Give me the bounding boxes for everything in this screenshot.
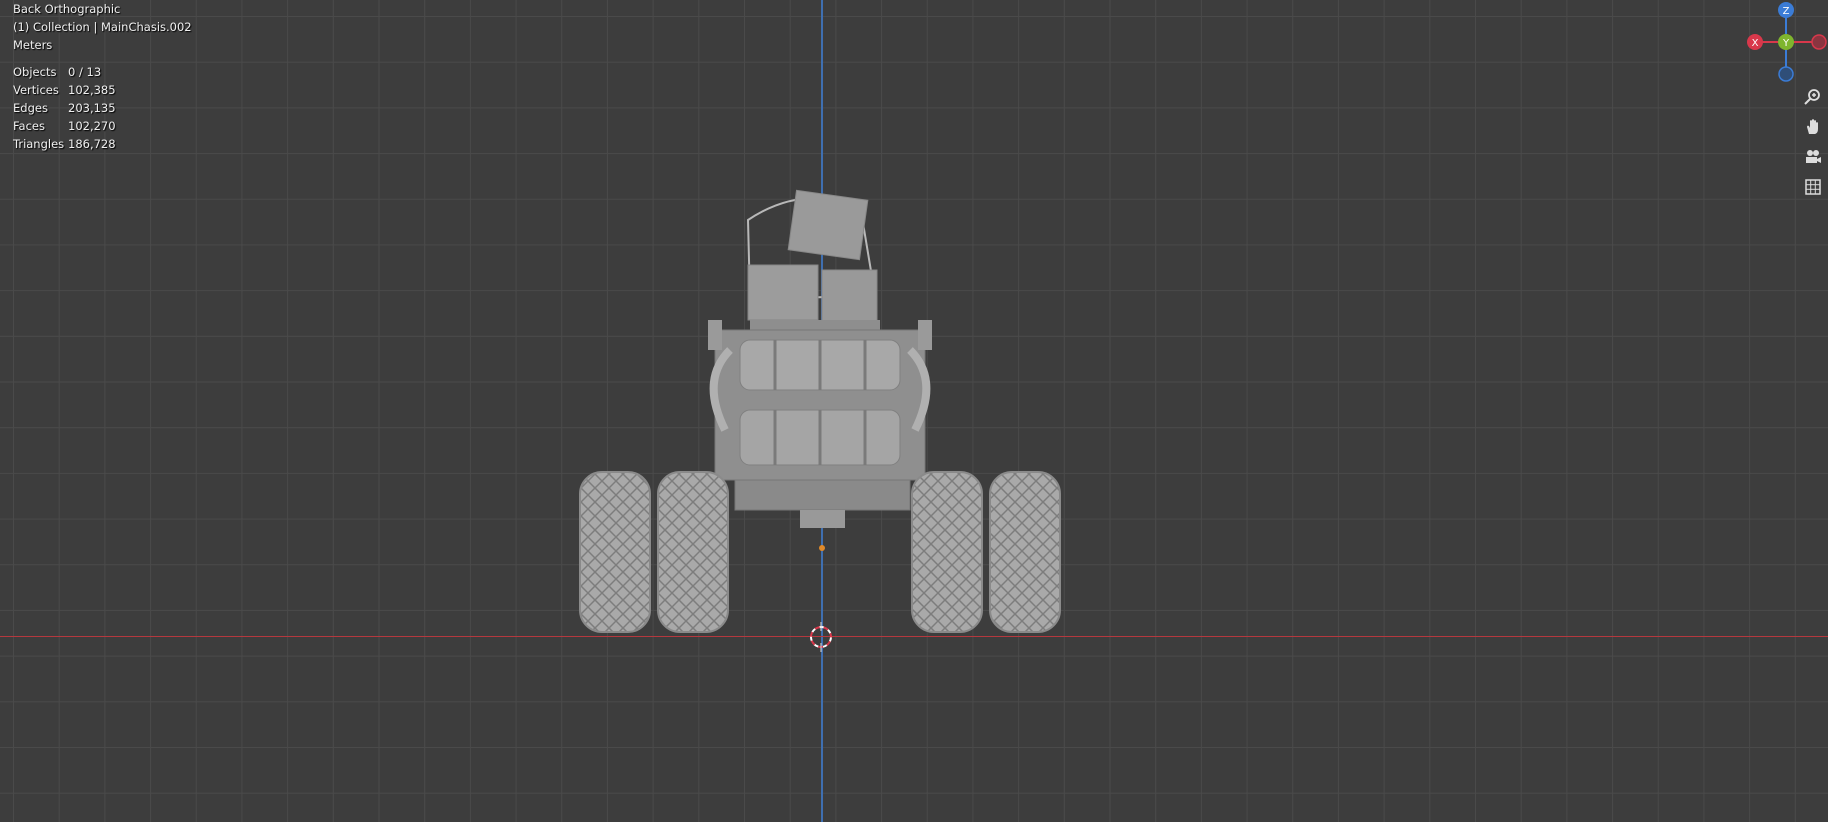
stat-triangles: Triangles 186,728 — [13, 137, 116, 151]
grid-icon[interactable] — [1800, 174, 1826, 200]
svg-text:Y: Y — [1782, 38, 1790, 49]
svg-text:Z: Z — [1783, 6, 1790, 17]
gizmo-neg-x-icon — [1811, 34, 1827, 50]
top-cage — [746, 189, 880, 330]
stat-faces: Faces 102,270 — [13, 119, 116, 133]
3d-viewport[interactable]: Back Orthographic (1) Collection | MainC… — [0, 0, 1828, 822]
rover-model[interactable] — [560, 180, 1080, 640]
stat-objects: Objects 0 / 13 — [13, 65, 102, 79]
wheel-left-inner — [657, 471, 729, 633]
stat-vertices: Vertices 102,385 — [13, 83, 116, 97]
chassis-body — [708, 320, 932, 551]
camera-icon[interactable] — [1800, 144, 1826, 170]
zoom-icon[interactable] — [1800, 84, 1826, 110]
viewport-info: Back Orthographic (1) Collection | MainC… — [13, 0, 192, 54]
view-name: Back Orthographic — [13, 2, 121, 16]
hand-pan-icon[interactable] — [1800, 114, 1826, 140]
units-label: Meters — [13, 38, 53, 52]
navigation-gizmo[interactable]: Z X Y — [1735, 0, 1828, 84]
wheel-right-inner — [911, 471, 983, 633]
scene-statistics: Objects 0 / 13 Vertices 102,385 Edges 20… — [13, 63, 116, 153]
3d-cursor-icon[interactable] — [806, 622, 836, 652]
svg-text:X: X — [1752, 38, 1759, 49]
wheel-left-outer — [579, 471, 651, 633]
wheel-right-outer — [989, 471, 1061, 633]
gizmo-neg-z-icon — [1778, 66, 1794, 82]
collection-info: (1) Collection | MainChasis.002 — [13, 20, 192, 34]
stat-edges: Edges 203,135 — [13, 101, 116, 115]
